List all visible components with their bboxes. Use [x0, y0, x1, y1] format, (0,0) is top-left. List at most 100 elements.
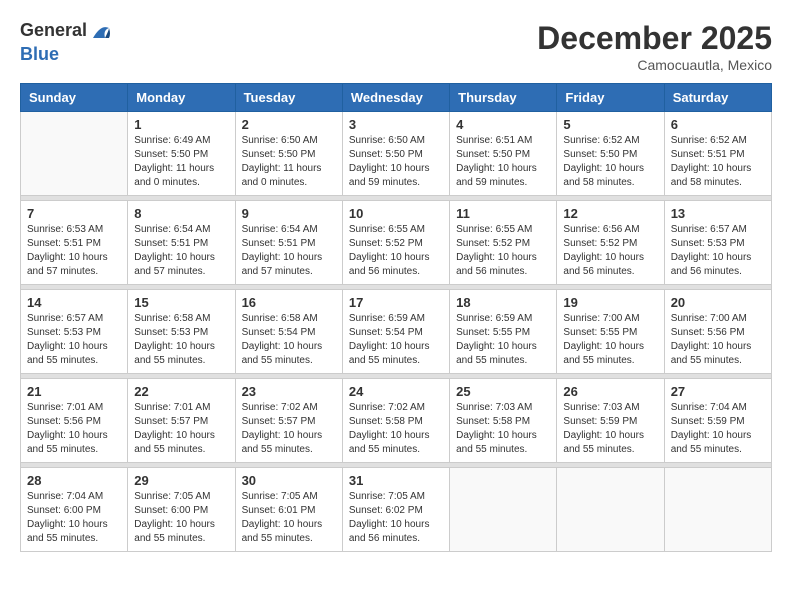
- logo-blue: Blue: [20, 44, 59, 64]
- day-info: Sunrise: 7:05 AMSunset: 6:01 PMDaylight:…: [242, 490, 336, 546]
- day-info: Sunrise: 6:56 AMSunset: 5:52 PMDaylight:…: [563, 223, 657, 279]
- day-number: 6: [671, 117, 765, 132]
- day-info: Sunrise: 7:03 AMSunset: 5:59 PMDaylight:…: [563, 401, 657, 457]
- calendar-cell: 17 Sunrise: 6:59 AMSunset: 5:54 PMDayligh…: [342, 290, 449, 374]
- day-number: 27: [671, 384, 765, 399]
- day-number: 4: [456, 117, 550, 132]
- calendar-week-3: 14 Sunrise: 6:57 AMSunset: 5:53 PMDayligh…: [21, 290, 772, 374]
- calendar-cell: 29 Sunrise: 7:05 AMSunset: 6:00 PMDayligh…: [128, 468, 235, 552]
- month-title: December 2025: [537, 20, 772, 57]
- calendar-cell: 9Sunrise: 6:54 AMSunset: 5:51 PMDaylight…: [235, 201, 342, 285]
- day-info: Sunrise: 6:51 AMSunset: 5:50 PMDaylight:…: [456, 134, 550, 190]
- calendar-cell: 14 Sunrise: 6:57 AMSunset: 5:53 PMDayligh…: [21, 290, 128, 374]
- day-info: Sunrise: 6:52 AMSunset: 5:50 PMDaylight:…: [563, 134, 657, 190]
- day-info: Sunrise: 7:01 AMSunset: 5:56 PMDaylight:…: [27, 401, 121, 457]
- calendar-cell: [557, 468, 664, 552]
- calendar-cell: 11 Sunrise: 6:55 AMSunset: 5:52 PMDayligh…: [450, 201, 557, 285]
- calendar-cell: 10 Sunrise: 6:55 AMSunset: 5:52 PMDayligh…: [342, 201, 449, 285]
- calendar-cell: 2Sunrise: 6:50 AMSunset: 5:50 PMDaylight…: [235, 112, 342, 196]
- calendar-cell: 24Sunrise: 7:02 AMSunset: 5:58 PMDayligh…: [342, 379, 449, 463]
- day-info: Sunrise: 7:04 AMSunset: 6:00 PMDaylight:…: [27, 490, 121, 546]
- calendar-cell: 8 Sunrise: 6:54 AMSunset: 5:51 PMDaylight…: [128, 201, 235, 285]
- day-info: Sunrise: 6:55 AMSunset: 5:52 PMDaylight:…: [456, 223, 550, 279]
- logo-icon: [89, 20, 113, 44]
- day-number: 26: [563, 384, 657, 399]
- calendar-cell: 1 Sunrise: 6:49 AMSunset: 5:50 PMDaylight…: [128, 112, 235, 196]
- calendar-cell: 16Sunrise: 6:58 AMSunset: 5:54 PMDayligh…: [235, 290, 342, 374]
- day-info: Sunrise: 7:01 AMSunset: 5:57 PMDaylight:…: [134, 401, 228, 457]
- day-info: Sunrise: 7:00 AMSunset: 5:56 PMDaylight:…: [671, 312, 765, 368]
- day-number: 25: [456, 384, 550, 399]
- calendar-cell: 25 Sunrise: 7:03 AMSunset: 5:58 PMDayligh…: [450, 379, 557, 463]
- weekday-header-tuesday: Tuesday: [235, 84, 342, 112]
- day-number: 11: [456, 206, 550, 221]
- day-number: 22: [134, 384, 228, 399]
- day-info: Sunrise: 6:49 AMSunset: 5:50 PMDaylight:…: [134, 134, 228, 190]
- calendar-cell: 23Sunrise: 7:02 AMSunset: 5:57 PMDayligh…: [235, 379, 342, 463]
- calendar-cell: [21, 112, 128, 196]
- calendar-cell: 21 Sunrise: 7:01 AMSunset: 5:56 PMDayligh…: [21, 379, 128, 463]
- weekday-header-monday: Monday: [128, 84, 235, 112]
- day-number: 14: [27, 295, 121, 310]
- day-info: Sunrise: 6:57 AMSunset: 5:53 PMDaylight:…: [671, 223, 765, 279]
- calendar-cell: 22 Sunrise: 7:01 AMSunset: 5:57 PMDayligh…: [128, 379, 235, 463]
- day-info: Sunrise: 6:57 AMSunset: 5:53 PMDaylight:…: [27, 312, 121, 368]
- day-number: 30: [242, 473, 336, 488]
- day-info: Sunrise: 6:59 AMSunset: 5:54 PMDaylight:…: [349, 312, 443, 368]
- calendar-cell: 4 Sunrise: 6:51 AMSunset: 5:50 PMDaylight…: [450, 112, 557, 196]
- calendar-week-1: 1 Sunrise: 6:49 AMSunset: 5:50 PMDaylight…: [21, 112, 772, 196]
- day-number: 2: [242, 117, 336, 132]
- calendar-cell: 5 Sunrise: 6:52 AMSunset: 5:50 PMDaylight…: [557, 112, 664, 196]
- day-number: 8: [134, 206, 228, 221]
- day-number: 7: [27, 206, 121, 221]
- calendar-week-4: 21 Sunrise: 7:01 AMSunset: 5:56 PMDayligh…: [21, 379, 772, 463]
- day-number: 31: [349, 473, 443, 488]
- day-info: Sunrise: 7:05 AMSunset: 6:02 PMDaylight:…: [349, 490, 443, 546]
- day-number: 23: [242, 384, 336, 399]
- day-info: Sunrise: 6:55 AMSunset: 5:52 PMDaylight:…: [349, 223, 443, 279]
- calendar-week-5: 28 Sunrise: 7:04 AMSunset: 6:00 PMDayligh…: [21, 468, 772, 552]
- calendar-cell: 7 Sunrise: 6:53 AMSunset: 5:51 PMDaylight…: [21, 201, 128, 285]
- calendar-cell: 31 Sunrise: 7:05 AMSunset: 6:02 PMDayligh…: [342, 468, 449, 552]
- calendar-table: SundayMondayTuesdayWednesdayThursdayFrid…: [20, 83, 772, 552]
- day-number: 17: [349, 295, 443, 310]
- day-info: Sunrise: 6:54 AMSunset: 5:51 PMDaylight:…: [134, 223, 228, 279]
- calendar-cell: 30 Sunrise: 7:05 AMSunset: 6:01 PMDayligh…: [235, 468, 342, 552]
- day-number: 29: [134, 473, 228, 488]
- calendar-cell: 19 Sunrise: 7:00 AMSunset: 5:55 PMDayligh…: [557, 290, 664, 374]
- day-info: Sunrise: 6:54 AMSunset: 5:51 PMDaylight:…: [242, 223, 336, 279]
- weekday-header-wednesday: Wednesday: [342, 84, 449, 112]
- day-number: 28: [27, 473, 121, 488]
- calendar-cell: 12Sunrise: 6:56 AMSunset: 5:52 PMDayligh…: [557, 201, 664, 285]
- day-number: 20: [671, 295, 765, 310]
- title-section: December 2025 Camocuautla, Mexico: [537, 20, 772, 73]
- day-number: 3: [349, 117, 443, 132]
- day-info: Sunrise: 6:50 AMSunset: 5:50 PMDaylight:…: [349, 134, 443, 190]
- day-info: Sunrise: 7:03 AMSunset: 5:58 PMDaylight:…: [456, 401, 550, 457]
- calendar-cell: 3 Sunrise: 6:50 AMSunset: 5:50 PMDaylight…: [342, 112, 449, 196]
- location: Camocuautla, Mexico: [537, 57, 772, 73]
- calendar-cell: 26 Sunrise: 7:03 AMSunset: 5:59 PMDayligh…: [557, 379, 664, 463]
- weekday-header-thursday: Thursday: [450, 84, 557, 112]
- calendar-cell: 20 Sunrise: 7:00 AMSunset: 5:56 PMDayligh…: [664, 290, 771, 374]
- day-info: Sunrise: 6:53 AMSunset: 5:51 PMDaylight:…: [27, 223, 121, 279]
- day-number: 10: [349, 206, 443, 221]
- day-number: 18: [456, 295, 550, 310]
- calendar-cell: [450, 468, 557, 552]
- day-number: 13: [671, 206, 765, 221]
- day-info: Sunrise: 6:58 AMSunset: 5:54 PMDaylight:…: [242, 312, 336, 368]
- calendar-cell: [664, 468, 771, 552]
- calendar-cell: 6Sunrise: 6:52 AMSunset: 5:51 PMDaylight…: [664, 112, 771, 196]
- day-number: 1: [134, 117, 228, 132]
- calendar-cell: 28 Sunrise: 7:04 AMSunset: 6:00 PMDayligh…: [21, 468, 128, 552]
- weekday-header-sunday: Sunday: [21, 84, 128, 112]
- calendar-cell: 13 Sunrise: 6:57 AMSunset: 5:53 PMDayligh…: [664, 201, 771, 285]
- day-info: Sunrise: 7:00 AMSunset: 5:55 PMDaylight:…: [563, 312, 657, 368]
- day-number: 5: [563, 117, 657, 132]
- day-info: Sunrise: 7:04 AMSunset: 5:59 PMDaylight:…: [671, 401, 765, 457]
- day-number: 19: [563, 295, 657, 310]
- day-number: 15: [134, 295, 228, 310]
- day-info: Sunrise: 7:05 AMSunset: 6:00 PMDaylight:…: [134, 490, 228, 546]
- day-info: Sunrise: 6:58 AMSunset: 5:53 PMDaylight:…: [134, 312, 228, 368]
- day-number: 21: [27, 384, 121, 399]
